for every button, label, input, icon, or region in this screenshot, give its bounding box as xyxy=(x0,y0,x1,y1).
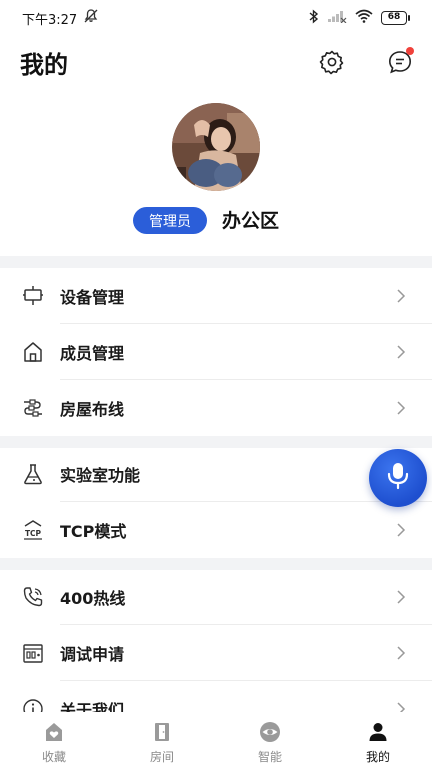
chevron-right-icon xyxy=(397,401,406,415)
phone-icon xyxy=(22,586,44,608)
menu-item-debug-request[interactable]: 调试申请 xyxy=(0,625,432,681)
status-bar-left: 下午3:27 xyxy=(22,8,99,28)
chevron-right-icon xyxy=(397,345,406,359)
chevron-right-icon xyxy=(397,590,406,604)
settings-gear-icon[interactable] xyxy=(318,48,346,76)
chevron-right-icon xyxy=(397,646,406,660)
tab-mine[interactable]: 我的 xyxy=(324,712,432,768)
menu-item-device-management[interactable]: 设备管理 xyxy=(0,268,432,324)
menu-item-hotline[interactable]: 400热线 xyxy=(0,569,432,625)
status-time: 下午3:27 xyxy=(22,12,78,28)
bottom-tab-bar: 收藏 房间 智能 我的 xyxy=(0,712,432,768)
profile-icon xyxy=(366,720,390,744)
menu-item-label: TCP模式 xyxy=(60,522,127,541)
signal-icon xyxy=(327,9,347,27)
tab-label: 收藏 xyxy=(41,750,66,764)
svg-text:TCP: TCP xyxy=(25,529,42,538)
bluetooth-icon xyxy=(309,8,319,28)
smart-icon xyxy=(258,720,282,744)
debug-request-icon xyxy=(22,642,44,664)
menu-item-house-wiring[interactable]: 房屋布线 xyxy=(0,380,432,436)
page-header: 我的 xyxy=(0,40,432,84)
flask-icon xyxy=(22,463,44,485)
home-name[interactable]: 办公区 xyxy=(222,206,279,233)
favorite-icon xyxy=(42,720,66,744)
menu-item-label: 实验室功能 xyxy=(60,466,141,485)
status-bar: 下午3:27 68 xyxy=(0,0,432,36)
menu-item-member-management[interactable]: 成员管理 xyxy=(0,324,432,380)
microphone-icon xyxy=(385,461,411,495)
header-actions xyxy=(318,47,414,76)
menu-item-label: 成员管理 xyxy=(60,344,125,363)
tab-label: 智能 xyxy=(257,750,282,764)
battery-level: 68 xyxy=(381,11,407,25)
menu-item-label: 设备管理 xyxy=(60,288,125,307)
chevron-right-icon xyxy=(397,289,406,303)
menu-item-lab-features[interactable]: 实验室功能 xyxy=(0,446,432,502)
unread-dot xyxy=(406,47,414,55)
status-bar-right: 68 xyxy=(309,8,410,28)
menu-item-label: 400热线 xyxy=(60,589,126,608)
tab-rooms[interactable]: 房间 xyxy=(108,712,216,768)
role-badge: 管理员 xyxy=(133,207,207,234)
tab-favorites[interactable]: 收藏 xyxy=(0,712,108,768)
mute-bell-icon xyxy=(83,8,99,28)
tab-label: 我的 xyxy=(365,750,390,764)
menu-item-label: 房屋布线 xyxy=(60,400,125,419)
voice-assistant-button[interactable] xyxy=(369,449,427,507)
tab-label: 房间 xyxy=(149,750,174,764)
device-icon xyxy=(22,285,44,307)
battery-icon: 68 xyxy=(381,11,410,25)
avatar[interactable] xyxy=(172,103,260,191)
menu-item-tcp-mode[interactable]: TCP TCP模式 xyxy=(0,502,432,558)
page-title: 我的 xyxy=(20,50,68,79)
message-icon[interactable] xyxy=(386,47,414,76)
chevron-right-icon xyxy=(397,523,406,537)
section-separator xyxy=(0,256,432,268)
tcp-icon: TCP xyxy=(22,519,44,541)
house-icon xyxy=(22,341,44,363)
wifi-icon xyxy=(355,9,373,27)
wiring-icon xyxy=(22,397,44,419)
tab-smart[interactable]: 智能 xyxy=(216,712,324,768)
room-door-icon xyxy=(150,720,174,744)
profile-section: 管理员 办公区 xyxy=(0,100,432,250)
menu-item-label: 调试申请 xyxy=(60,645,125,664)
